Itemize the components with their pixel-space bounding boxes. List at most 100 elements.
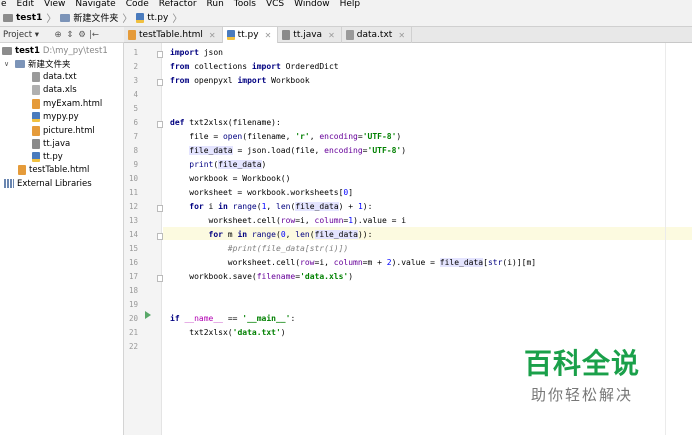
watermark-logo: 百科全说	[523, 347, 640, 380]
tree-item-picture-html[interactable]: picture.html	[32, 124, 95, 137]
menu-help[interactable]: Help	[335, 0, 366, 9]
menu-edit[interactable]: Edit	[12, 0, 39, 9]
menu-tools[interactable]: Tools	[229, 0, 261, 9]
libraries-icon	[4, 179, 14, 188]
line-number: 11	[128, 188, 138, 197]
breadcrumb-file[interactable]: tt.py	[136, 12, 168, 23]
tree-external-libraries[interactable]: External Libraries	[4, 177, 92, 190]
run-arrow-icon[interactable]	[145, 311, 151, 319]
html-file-icon	[32, 125, 40, 136]
tree-item-tt-java[interactable]: tt.java	[32, 137, 70, 150]
tree-item-mypy-py[interactable]: mypy.py	[32, 110, 79, 123]
line-number: 12	[128, 202, 138, 211]
chevron-down-icon[interactable]: ∨	[4, 60, 12, 68]
tab-data-txt[interactable]: data.txt ✕	[342, 27, 413, 43]
tree-folder[interactable]: ∨ 新建文件夹	[4, 57, 71, 70]
code-line-21: txt2xlsx('data.txt')	[170, 328, 286, 337]
java-file-icon	[32, 138, 40, 149]
menu-refactor[interactable]: Refactor	[154, 0, 202, 9]
menu-run[interactable]: Run	[202, 0, 229, 9]
tree-item-label: External Libraries	[17, 178, 92, 189]
line-number: 14	[128, 230, 138, 239]
code-line-1: import json	[170, 48, 223, 57]
close-icon[interactable]: ✕	[398, 31, 405, 40]
line-number: 2	[133, 62, 138, 71]
close-icon[interactable]: ✕	[209, 31, 216, 40]
tree-item-data-xls[interactable]: data.xls	[32, 83, 77, 96]
code-line-13: worksheet.cell(row=i, column=1).value = …	[170, 216, 407, 225]
line-number: 18	[128, 286, 138, 295]
tree-item-label: tt.py	[43, 151, 63, 162]
tab-tt-java[interactable]: tt.java ✕	[278, 27, 342, 43]
code-line-14: for m in range(0, len(file_data)):	[208, 230, 373, 239]
close-icon[interactable]: ✕	[328, 31, 335, 40]
spreadsheet-file-icon	[32, 84, 40, 95]
tab-label: tt.py	[237, 30, 259, 40]
text-file-icon	[345, 30, 354, 40]
watermark-slogan: 助你轻松解决	[530, 386, 633, 404]
code-line-11: worksheet = workbook.worksheets[0]	[170, 188, 354, 197]
breadcrumb-project[interactable]: test1	[3, 13, 42, 23]
breadcrumb-project-label: test1	[16, 12, 43, 23]
line-number: 15	[128, 244, 138, 253]
line-number: 6	[133, 118, 138, 127]
code-line-2: from collections import OrderedDict	[170, 62, 339, 71]
tree-item-tt-py[interactable]: tt.py	[32, 150, 63, 163]
menu-window[interactable]: Window	[289, 0, 335, 9]
menu-vcs[interactable]: VCS	[261, 0, 289, 9]
watermark: 百科全说 助你轻松解决	[512, 342, 652, 405]
breadcrumb-folder[interactable]: 新建文件夹	[60, 11, 118, 24]
line-number: 21	[128, 328, 138, 337]
editor-gutter: 1 2 3 4 5 6 7 8 9 10 11 12 13 14 15 16 1…	[124, 43, 163, 435]
tab-label: testTable.html	[139, 30, 203, 40]
close-icon[interactable]: ✕	[265, 31, 272, 40]
folder-icon	[3, 13, 13, 22]
hide-panel-icon[interactable]: |←	[88, 30, 100, 40]
python-file-icon	[32, 111, 40, 122]
line-number: 13	[128, 216, 138, 225]
line-number: 17	[128, 272, 138, 281]
menu-navigate[interactable]: Navigate	[70, 0, 120, 9]
split-icon[interactable]: ⇕	[64, 30, 76, 40]
python-file-icon	[32, 151, 40, 162]
menu-view[interactable]: View	[39, 0, 70, 9]
project-view-selector[interactable]: Project ▾	[0, 30, 52, 40]
tab-label: data.txt	[356, 30, 393, 40]
code-line-8: file_data = json.load(file, encoding='UT…	[189, 146, 407, 155]
menu-bar: e Edit View Navigate Code Refactor Run T…	[0, 0, 692, 9]
tree-item-myexam-html[interactable]: myExam.html	[32, 97, 102, 110]
folder-icon	[2, 46, 12, 55]
code-line-7: file = open(filename, 'r', encoding='UTF…	[170, 132, 402, 141]
line-number: 20	[128, 314, 138, 323]
menu-file[interactable]: e	[0, 0, 12, 9]
tab-testtable-html[interactable]: testTable.html ✕	[124, 27, 223, 43]
target-icon[interactable]: ⊕	[52, 30, 64, 40]
tree-item-data-txt[interactable]: data.txt	[32, 70, 77, 83]
code-line-20: if __name__ == '__main__':	[170, 314, 296, 323]
python-file-icon	[136, 12, 145, 23]
html-file-icon	[32, 98, 40, 109]
tree-item-testtable-html[interactable]: testTable.html	[18, 163, 89, 176]
project-panel-header: Project ▾ ⊕ ⇕ ⚙ |←	[0, 27, 124, 43]
tab-tt-py[interactable]: tt.py ✕	[222, 27, 279, 43]
java-file-icon	[282, 30, 291, 40]
html-file-icon	[18, 164, 26, 175]
gear-icon[interactable]: ⚙	[76, 30, 88, 40]
code-line-15: #print(file_data[str(i)])	[170, 244, 349, 253]
code-line-9: print(file_data)	[189, 160, 267, 169]
tab-label: tt.java	[293, 30, 323, 40]
python-file-icon	[226, 30, 235, 40]
menu-code[interactable]: Code	[121, 0, 154, 9]
chevron-right-icon: 〉	[122, 14, 133, 25]
code-line-16: worksheet.cell(row=i, column=m + 2).valu…	[170, 258, 537, 267]
breadcrumb-folder-label: 新建文件夹	[73, 14, 119, 24]
line-number: 5	[133, 104, 138, 113]
line-number: 3	[133, 76, 138, 85]
code-line-6: def txt2xlsx(filename):	[170, 118, 281, 127]
line-number: 10	[128, 174, 138, 183]
code-line-17: workbook.save(filename='data.xls')	[170, 272, 354, 281]
tree-root[interactable]: test1 D:\my_py\test1	[2, 44, 108, 57]
tree-item-label: mypy.py	[43, 111, 79, 122]
folder-icon	[15, 59, 25, 68]
folder-icon	[60, 13, 71, 22]
